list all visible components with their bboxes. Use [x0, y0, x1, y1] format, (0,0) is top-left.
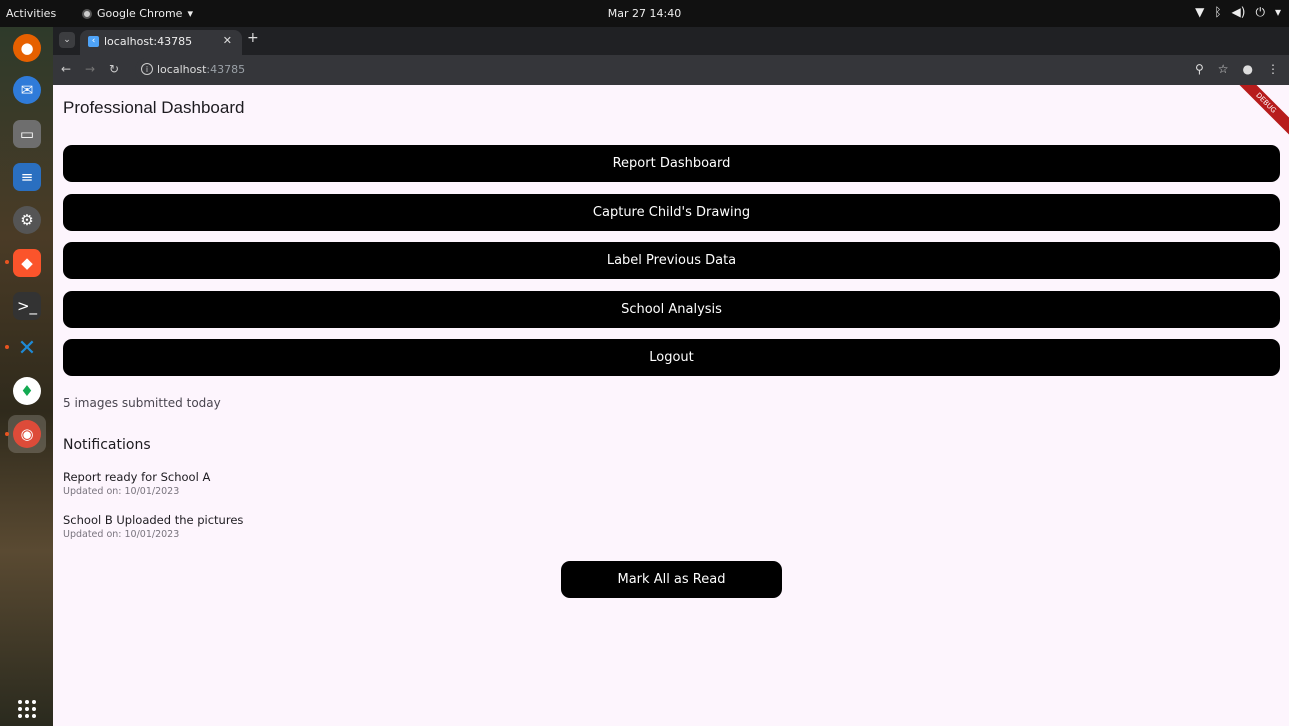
show-apps-icon[interactable] [18, 700, 36, 718]
files-icon[interactable]: ▭ [13, 120, 41, 148]
browser-window: ⌄ ‹ localhost:43785 ✕ + ← → ↻ i localhos… [53, 27, 1289, 726]
browser-toolbar: ← → ↻ i localhost:43785 ⚲ ☆ ● ⋮ [53, 55, 1289, 85]
school-analysis-button[interactable]: School Analysis [63, 291, 1280, 328]
browser-tab[interactable]: ‹ localhost:43785 ✕ [80, 30, 242, 55]
toolbar-actions: ⚲ ☆ ● ⋮ [1195, 62, 1279, 76]
notification-date: Updated on: 10/01/2023 [63, 529, 180, 540]
running-indicator [5, 432, 9, 436]
notifications-heading: Notifications [63, 437, 151, 453]
volume-icon: ◀) [1231, 5, 1246, 19]
site-info-icon[interactable]: i [141, 63, 153, 75]
dock: ● ✉ ▭ ≡ ⚙ ◆ >_ ✕ ♦ ◉ [0, 27, 53, 726]
chevron-down-icon: ▾ [1274, 5, 1281, 19]
new-tab-button[interactable]: + [247, 30, 259, 46]
url-port: :43785 [206, 63, 246, 76]
profile-icon[interactable]: ● [1243, 62, 1253, 76]
tab-search-button[interactable]: ⌄ [59, 32, 75, 48]
logout-button[interactable]: Logout [63, 339, 1280, 376]
close-icon[interactable]: ✕ [223, 34, 232, 47]
label-previous-data-button[interactable]: Label Previous Data [63, 242, 1280, 279]
notification-date: Updated on: 10/01/2023 [63, 486, 180, 497]
bluetooth-icon: ᛒ [1214, 5, 1222, 19]
tab-title: localhost:43785 [104, 35, 193, 48]
vscode-icon[interactable]: ✕ [13, 334, 41, 362]
mark-all-read-button[interactable]: Mark All as Read [561, 561, 782, 598]
submitted-count-text: 5 images submitted today [63, 396, 221, 410]
clock[interactable]: Mar 27 14:40 [0, 7, 1289, 20]
page-title: Professional Dashboard [63, 98, 245, 117]
notification-item: Report ready for School A Updated on: 10… [63, 470, 210, 497]
bookmark-star-icon[interactable]: ☆ [1218, 62, 1229, 76]
url-text: localhost:43785 [157, 63, 245, 76]
url-host: localhost [157, 63, 207, 76]
forward-icon[interactable]: → [85, 62, 95, 76]
mongodb-compass-icon[interactable]: ♦ [13, 377, 41, 405]
settings-icon[interactable]: ⚙ [13, 206, 41, 234]
back-icon[interactable]: ← [61, 62, 71, 76]
writer-icon[interactable]: ≡ [13, 163, 41, 191]
address-bar[interactable]: i localhost:43785 [135, 58, 1195, 82]
capture-drawing-button[interactable]: Capture Child's Drawing [63, 194, 1280, 231]
wifi-icon: ▼ [1195, 5, 1205, 19]
firefox-icon[interactable]: ● [13, 34, 41, 62]
system-top-bar: Activities Google Chrome ▾ Mar 27 14:40 … [0, 0, 1289, 27]
notification-text: School B Uploaded the pictures [63, 513, 244, 527]
debug-banner: DEBUG [1229, 85, 1289, 140]
terminal-icon[interactable]: >_ [13, 292, 41, 320]
notification-text: Report ready for School A [63, 470, 211, 484]
reload-icon[interactable]: ↻ [109, 62, 119, 76]
thunderbird-icon[interactable]: ✉ [13, 76, 41, 104]
report-dashboard-button[interactable]: Report Dashboard [63, 145, 1280, 182]
running-indicator [5, 345, 9, 349]
system-tray[interactable]: ▼ ᛒ ◀) ⏻ ▾ [1195, 5, 1281, 20]
power-icon: ⏻ [1255, 5, 1265, 19]
chrome-icon[interactable]: ◉ [13, 420, 41, 448]
brave-icon[interactable]: ◆ [13, 249, 41, 277]
running-indicator [5, 260, 9, 264]
app-viewport: DEBUG Professional Dashboard Report Dash… [53, 85, 1289, 726]
menu-icon[interactable]: ⋮ [1267, 62, 1279, 76]
zoom-icon[interactable]: ⚲ [1195, 62, 1204, 76]
flutter-favicon-icon: ‹ [88, 36, 99, 47]
tab-strip: ⌄ ‹ localhost:43785 ✕ + [53, 27, 1289, 55]
notification-item: School B Uploaded the pictures Updated o… [63, 513, 243, 540]
